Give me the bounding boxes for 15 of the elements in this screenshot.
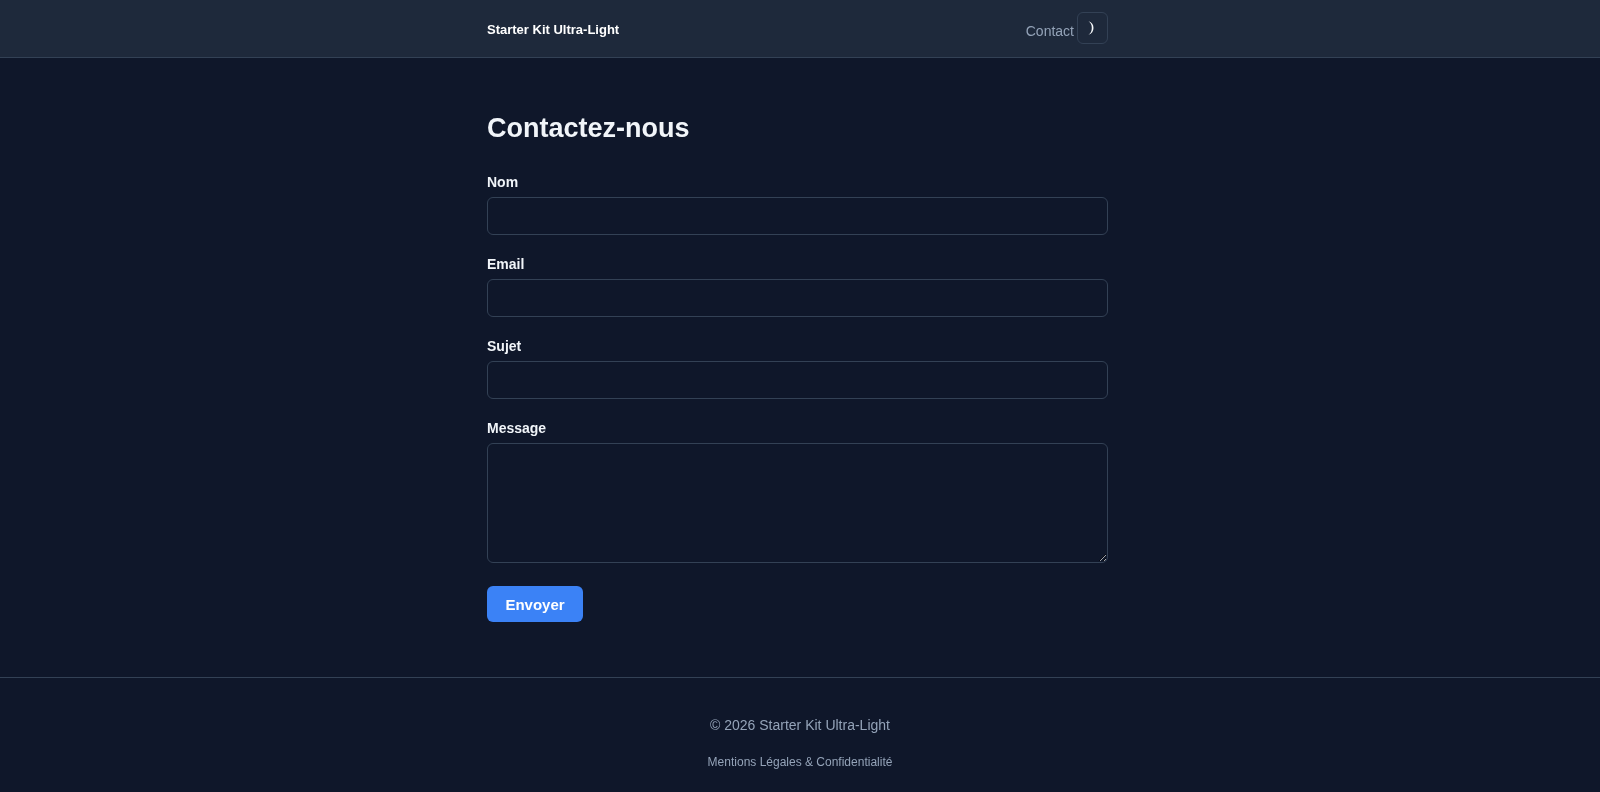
input-field[interactable]: [487, 279, 1108, 317]
input-field[interactable]: [487, 197, 1108, 235]
copyright-text: © 2026 Starter Kit Ultra-Light: [710, 716, 890, 735]
message-field[interactable]: [487, 443, 1108, 563]
field-label: Email: [487, 255, 525, 274]
field-label: Nom: [487, 173, 519, 192]
submit-button[interactable]: Envoyer: [487, 586, 583, 622]
page-heading: Contactez-nous: [487, 112, 691, 145]
nav-link[interactable]: Contact: [1025, 23, 1074, 39]
theme-toggle-button[interactable]: [1077, 11, 1108, 44]
input-field[interactable]: [487, 361, 1108, 399]
field-label: Sujet: [487, 337, 522, 356]
footer-link[interactable]: Mentions Légales & Confidentialité: [707, 755, 893, 769]
site-title: Starter Kit Ultra-Light: [487, 21, 620, 37]
field-label: Message: [487, 419, 547, 438]
